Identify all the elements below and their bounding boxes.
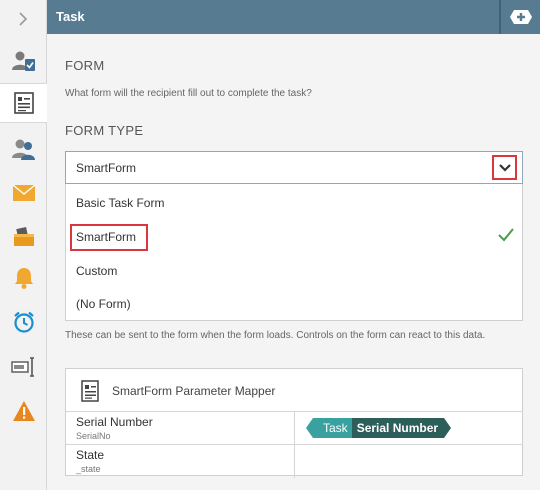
parameter-mapper: SmartForm Parameter Mapper Serial Number… (65, 368, 523, 478)
rail-item-text-field[interactable] (0, 347, 47, 387)
form-heading: FORM (65, 58, 105, 73)
participants-icon (11, 139, 35, 160)
rail-item-warnings[interactable] (0, 391, 47, 431)
header-title: Task (56, 9, 85, 24)
inbox-icon (13, 227, 34, 246)
user-task-icon (11, 51, 35, 71)
table-row: Serial Number SerialNo Task Serial Numbe… (66, 412, 522, 445)
form-type-select[interactable]: SmartForm (65, 151, 523, 184)
email-icon (12, 184, 35, 201)
alarm-clock-icon (13, 311, 34, 333)
option-no-form[interactable]: (No Form) (76, 297, 131, 311)
text-field-icon (10, 357, 34, 377)
parameter-system-name: SerialNo (76, 431, 111, 441)
parameter-name: Serial Number (76, 415, 153, 429)
bell-icon (14, 268, 33, 289)
rail-item-notifications[interactable] (0, 258, 47, 298)
parameter-system-name: _state (76, 464, 101, 474)
parameter-name: State (76, 448, 105, 462)
rail-item-inbox[interactable] (0, 216, 47, 256)
column-divider (294, 412, 295, 444)
rail-item-task-user[interactable] (0, 41, 47, 81)
parameter-mapper-title: SmartForm Parameter Mapper (112, 384, 276, 398)
parameter-value-dropzone[interactable] (295, 445, 522, 476)
expand-rail-button[interactable] (0, 0, 46, 37)
rail-item-participants[interactable] (0, 129, 47, 169)
rail-item-escalations[interactable] (0, 302, 47, 342)
token-right-point (444, 418, 452, 438)
option-basic-task-form[interactable]: Basic Task Form (76, 196, 164, 210)
task-serial-number-token[interactable]: Task Serial Number (306, 418, 452, 438)
token-source: Task (313, 418, 352, 438)
form-type-dropdown-toggle[interactable] (492, 155, 517, 180)
header-divider (499, 0, 501, 34)
add-tab-icon (510, 10, 532, 24)
rail-item-email[interactable] (0, 173, 47, 213)
form-icon (81, 380, 99, 402)
warning-icon (12, 401, 35, 421)
side-rail (0, 0, 48, 490)
form-type-selected-value: SmartForm (76, 161, 136, 175)
add-tab-button[interactable] (509, 8, 533, 26)
checkmark-icon (498, 228, 514, 242)
option-custom[interactable]: Custom (76, 264, 117, 278)
token-field: Serial Number (351, 418, 445, 438)
task-header: Task (47, 0, 540, 34)
parameters-hint: These can be sent to the form when the f… (65, 330, 486, 341)
form-description: What form will the recipient fill out to… (65, 88, 312, 99)
form-type-heading: FORM TYPE (65, 123, 144, 138)
rail-item-form[interactable] (0, 83, 48, 123)
form-type-options-list: Basic Task Form SmartForm Custom (No For… (65, 184, 523, 321)
chevron-down-icon (498, 163, 511, 172)
option-smartform[interactable]: SmartForm (76, 230, 136, 244)
form-settings-panel: FORM What form will the recipient fill o… (47, 34, 540, 490)
token-left-point (306, 418, 313, 438)
parameter-mapper-header: SmartForm Parameter Mapper (66, 369, 522, 412)
chevron-right-icon (19, 11, 28, 26)
table-row: State _state (66, 445, 522, 478)
form-icon (14, 92, 34, 114)
